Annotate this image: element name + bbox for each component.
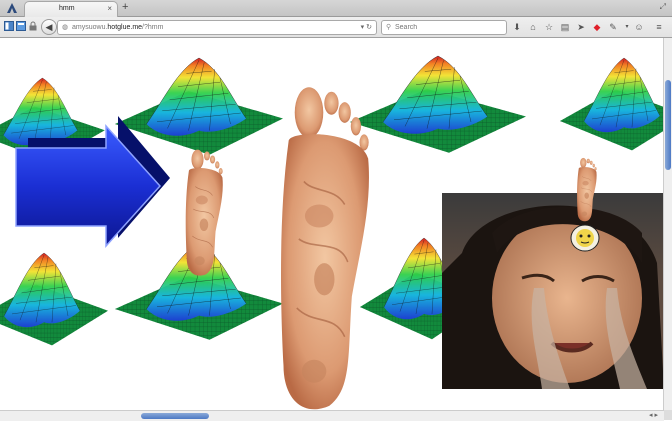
url-tools[interactable]: ▾ ↻ bbox=[361, 21, 372, 34]
sidebar-icon[interactable] bbox=[4, 21, 14, 31]
tab-hmm[interactable]: hmm × bbox=[24, 1, 118, 17]
reload-icon[interactable]: ↻ bbox=[366, 24, 372, 31]
search-input[interactable] bbox=[395, 22, 495, 32]
scroll-corner bbox=[664, 410, 672, 420]
crying-face-photo bbox=[442, 193, 664, 389]
share-icon[interactable]: ➤ bbox=[574, 20, 588, 34]
globe-icon: ◍ bbox=[62, 24, 69, 31]
scroll-arrows-icon[interactable]: ◂ ▸ bbox=[649, 411, 658, 419]
tab-title: hmm bbox=[59, 5, 75, 12]
horizontal-scroll-thumb[interactable] bbox=[141, 413, 209, 419]
search-icon: ⚲ bbox=[386, 24, 392, 31]
chat-icon[interactable]: ☺ bbox=[632, 20, 646, 34]
library-icon[interactable]: ▤ bbox=[558, 20, 572, 34]
foot-reflexology-large-image bbox=[280, 86, 370, 410]
bookmark-star-icon[interactable]: ☆ bbox=[542, 20, 556, 34]
url-text[interactable]: amysuowu.hotglue.me/?hmm bbox=[72, 21, 163, 34]
tab-bar: hmm × + ⤢ bbox=[0, 0, 672, 17]
surface-plot-image bbox=[114, 57, 284, 156]
new-tab-button[interactable]: + bbox=[122, 1, 128, 13]
moon-face-image bbox=[570, 224, 600, 252]
surface-plot-image bbox=[0, 252, 109, 346]
browser-logo-icon bbox=[7, 3, 17, 13]
search-box[interactable]: ⚲ bbox=[381, 20, 507, 35]
foot-reflexology-small-image bbox=[185, 149, 224, 276]
vertical-scrollbar[interactable] bbox=[663, 38, 672, 410]
horizontal-scrollbar[interactable]: ◂ ▸ bbox=[0, 410, 664, 421]
url-bar[interactable]: ◍ amysuowu.hotglue.me/?hmm ▾ ↻ bbox=[57, 20, 377, 35]
stop-icon[interactable]: ◆ bbox=[590, 20, 604, 34]
home-icon[interactable]: ⌂ bbox=[526, 20, 540, 34]
surface-plot-image bbox=[559, 57, 664, 151]
back-button[interactable]: ◀ bbox=[41, 19, 57, 35]
tab-close-icon[interactable]: × bbox=[107, 4, 112, 13]
foot-tiny-image bbox=[576, 157, 597, 222]
page-content bbox=[0, 38, 664, 410]
tabs-icon[interactable] bbox=[16, 21, 26, 31]
menu-icon[interactable]: ≡ bbox=[652, 20, 666, 34]
window-resize-icon[interactable]: ⤢ bbox=[660, 2, 666, 12]
surface-plot-image bbox=[349, 55, 527, 154]
download-icon[interactable]: ⬇ bbox=[510, 20, 524, 34]
navigation-bar: ◀ ◍ amysuowu.hotglue.me/?hmm ▾ ↻ ⚲ ⬇ ⌂ ☆… bbox=[0, 17, 672, 38]
vertical-scroll-thumb[interactable] bbox=[665, 80, 671, 170]
extension-icon[interactable]: ✎ bbox=[606, 20, 620, 34]
lock-icon[interactable] bbox=[28, 21, 38, 31]
dropdown-icon[interactable]: ▾ bbox=[361, 24, 365, 31]
